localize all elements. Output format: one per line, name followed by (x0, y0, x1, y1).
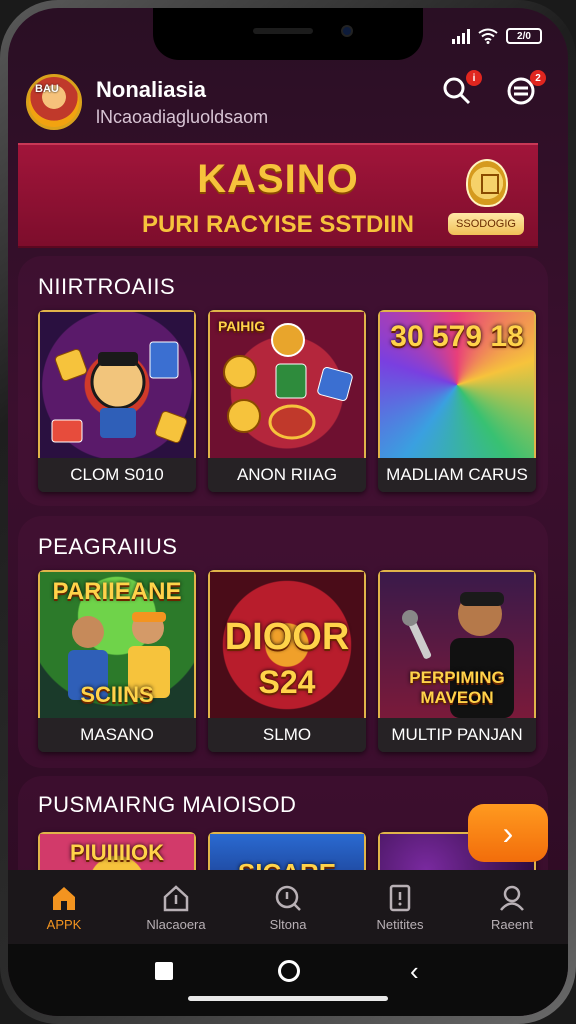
nav-label: Sltona (269, 916, 307, 932)
notification-icon (389, 884, 411, 911)
battery-level: 2/0 (517, 30, 531, 42)
game-card-label: CLOM S010 (38, 458, 196, 492)
game-thumbnail: DIOOR S24 (208, 570, 366, 718)
game-card[interactable]: PARIIEANE SCIINS MASANO (38, 570, 196, 752)
section-title: NIIRTROAIIS (38, 274, 176, 299)
avatar[interactable]: BAU (26, 74, 82, 130)
system-nav-bar: ‹ (8, 944, 568, 1016)
chevron-right-icon: › (502, 814, 514, 851)
recents-button[interactable] (155, 962, 173, 980)
section-games-2: PEAGRAIIUS PARIIEANE SCIINS MASANO DIOOR… (18, 516, 548, 768)
app-screen: 2/0 BAU Nonaliasia lNcaoadiagluoldsaom i (8, 8, 568, 1016)
game-card-label: MULTIP PANJAN (378, 718, 536, 752)
home-button[interactable] (278, 960, 300, 982)
search-icon (275, 885, 301, 911)
battery-icon: 2/0 (506, 28, 542, 44)
card-row: CLOM S010 PAIHIG ANON RIIAG 30 579 18 MA… (38, 310, 536, 492)
nav-label: Nlacaoera (146, 916, 206, 932)
nav-item-notifications[interactable]: Netitites (355, 883, 445, 932)
dice-cards-art (51, 341, 188, 444)
nav-item-share[interactable]: Nlacaoera (131, 883, 221, 932)
game-card-label: MASANO (38, 718, 196, 752)
share-icon (163, 884, 189, 911)
game-card[interactable]: 30 579 18 MADLIAM CARUS (378, 310, 536, 492)
search-badge: i (466, 70, 482, 86)
game-card[interactable]: CLOM S010 (38, 310, 196, 492)
section-title: PEAGRAIIUS (38, 534, 178, 559)
profile-icon (500, 885, 524, 911)
game-art-text: DIOOR (224, 616, 350, 658)
banner-title: KASINO (197, 157, 359, 201)
banner-button[interactable]: SSODOGIG (448, 213, 524, 235)
game-thumbnail: PAIHIG (208, 310, 366, 458)
nav-label: Raeent (491, 916, 533, 932)
game-thumbnail: 30 579 18 (378, 310, 536, 458)
notch (153, 8, 423, 60)
nav-label: APPK (46, 916, 82, 932)
bottom-nav: APPK Nlacaoera Sltona Netitites Raeent (8, 870, 568, 944)
status-bar: 2/0 (452, 28, 542, 44)
game-card[interactable]: PERPIMING MAVEON MULTIP PANJAN (378, 570, 536, 752)
trophy-icon (466, 159, 508, 207)
section-title: PUSMAIRNG MAIOISOD (38, 792, 297, 817)
header-text: Nonaliasia lNcaoadiagluoldsaom (96, 77, 268, 128)
back-button[interactable]: ‹ (410, 956, 419, 987)
menu-badge: 2 (530, 70, 546, 86)
header-actions: i 2 (442, 70, 546, 110)
home-indicator[interactable] (188, 996, 388, 1001)
game-art-subtext: S24 (258, 664, 316, 700)
game-card[interactable]: PAIHIG ANON RIIAG (208, 310, 366, 492)
section-games-1: NIIRTROAIIS CLOM S010 PAIHIG ANON RIIAG … (18, 256, 548, 506)
game-art-subtext: SCIINS (80, 682, 154, 707)
signal-icon (452, 28, 470, 44)
game-thumbnail: PARIIEANE SCIINS (38, 570, 196, 718)
phone-frame: 2/0 BAU Nonaliasia lNcaoadiagluoldsaom i (0, 0, 576, 1024)
front-camera (341, 25, 353, 37)
game-card-label: MADLIAM CARUS (378, 458, 536, 492)
game-thumbnail (38, 310, 196, 458)
app-header: BAU Nonaliasia lNcaoadiagluoldsaom i 2 (26, 66, 550, 138)
app-title: Nonaliasia (96, 76, 207, 102)
game-card-label: SLMO (208, 718, 366, 752)
nav-item-profile[interactable]: Raeent (467, 883, 557, 932)
next-button[interactable]: › (468, 804, 548, 862)
game-card-label: ANON RIIAG (208, 458, 366, 492)
nav-label: Netitites (376, 916, 424, 932)
game-art-subtext: MAVEON (420, 688, 494, 707)
nav-item-search[interactable]: Sltona (243, 883, 333, 932)
game-art-text: 30 579 18 (390, 320, 524, 353)
app-subtitle: lNcaoadiagluoldsaom (96, 106, 269, 127)
card-row: PARIIEANE SCIINS MASANO DIOOR S24 SLMO P… (38, 570, 536, 752)
earpiece-speaker (253, 28, 313, 34)
game-art-text: PARIIEANE (52, 578, 182, 605)
game-art-text: PERPIMING (409, 668, 505, 687)
nav-item-home[interactable]: APPK (19, 883, 109, 932)
search-button[interactable]: i (442, 70, 482, 110)
avatar-label: BAU (35, 83, 59, 95)
game-thumbnail: PERPIMING MAVEON (378, 570, 536, 718)
game-card[interactable]: DIOOR S24 SLMO (208, 570, 366, 752)
game-art-text: PAIHIG (218, 318, 266, 334)
promo-banner[interactable]: KASINO PURI RACYISE SSTDIIN SSODOGIG (18, 143, 538, 248)
menu-button[interactable]: 2 (506, 70, 546, 110)
home-icon (53, 886, 75, 910)
game-art-text: PIUIIIIOK (69, 840, 165, 865)
wifi-icon (478, 28, 498, 44)
